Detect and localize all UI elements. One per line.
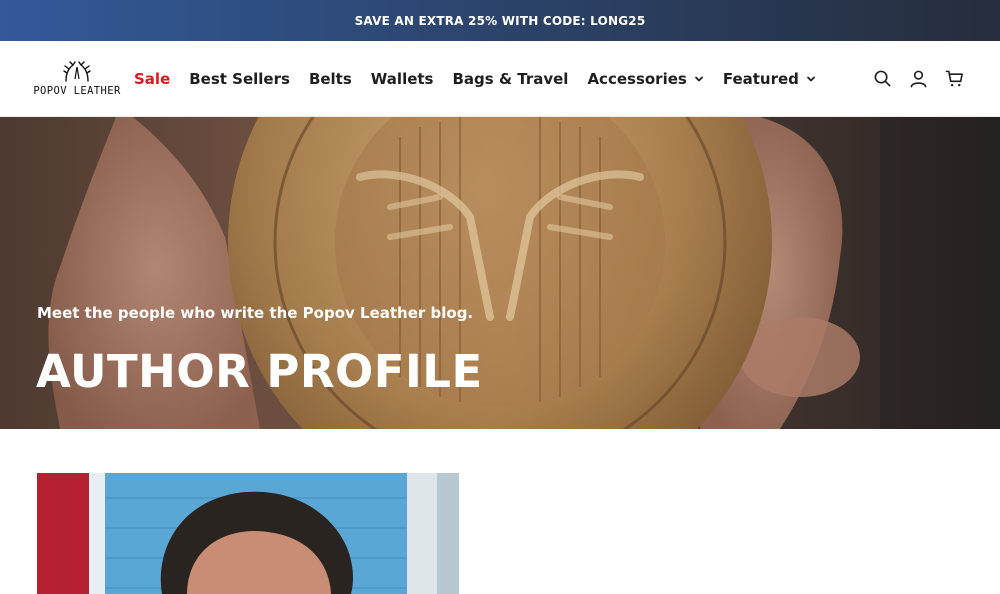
announcement-text: SAVE AN EXTRA 25% WITH CODE: LONG25 [354, 13, 646, 28]
site-header: POPOV LEATHER Sale Best Sellers Belts Wa… [0, 41, 1000, 117]
nav-item-best-sellers[interactable]: Best Sellers [189, 70, 290, 88]
main-nav: Sale Best Sellers Belts Wallets Bags & T… [134, 41, 835, 117]
author-portrait-image [37, 473, 459, 594]
nav-item-label: Wallets [370, 70, 434, 88]
hero-banner: Meet the people who write the Popov Leat… [0, 117, 1000, 429]
search-icon[interactable] [873, 69, 892, 88]
logo-hands-icon [63, 61, 91, 82]
nav-item-label: Bags & Travel [452, 70, 569, 88]
nav-item-sale[interactable]: Sale [134, 70, 170, 88]
header-actions [856, 69, 964, 88]
chevron-down-icon [807, 76, 815, 82]
nav-item-label: Belts [308, 70, 352, 88]
nav-item-label: Accessories [587, 70, 687, 88]
nav-item-label: Sale [134, 70, 171, 88]
author-photo [37, 473, 459, 594]
account-icon[interactable] [909, 69, 928, 88]
cart-icon[interactable] [945, 69, 964, 88]
nav-item-accessories[interactable]: Accessories [587, 70, 703, 88]
nav-item-label: Best Sellers [189, 70, 290, 88]
nav-item-wallets[interactable]: Wallets [371, 70, 434, 88]
page-title: AUTHOR PROFILE [36, 345, 483, 398]
nav-item-featured[interactable]: Featured [723, 70, 816, 88]
logo[interactable]: POPOV LEATHER [33, 59, 120, 101]
nav-item-label: Featured [722, 70, 799, 88]
chevron-down-icon [694, 76, 703, 82]
nav-item-bags-travel[interactable]: Bags & Travel [453, 70, 569, 88]
logo-text: POPOV LEATHER [33, 85, 121, 97]
nav-item-belts[interactable]: Belts [309, 70, 352, 88]
announcement-bar: SAVE AN EXTRA 25% WITH CODE: LONG25 [0, 0, 1000, 41]
hero-subtitle: Meet the people who write the Popov Leat… [37, 304, 474, 322]
